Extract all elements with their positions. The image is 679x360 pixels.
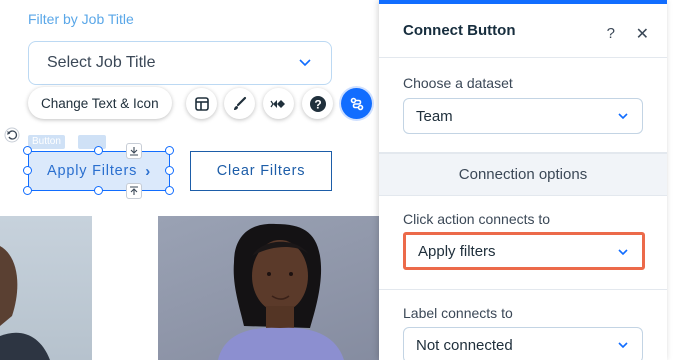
resize-handle-top[interactable] [94, 146, 103, 155]
help-button[interactable]: ? [302, 88, 333, 119]
click-action-label: Click action connects to [403, 211, 551, 227]
connect-to-data-button[interactable] [341, 88, 372, 119]
panel-header: Connect Button [379, 4, 667, 58]
label-connect-section: Label connects to Not connected [379, 290, 667, 360]
label-connects-label: Label connects to [403, 305, 513, 321]
clear-filters-button[interactable]: Clear Filters [190, 151, 332, 191]
layout-button[interactable] [186, 88, 217, 119]
chevron-down-icon [618, 113, 628, 120]
connect-button-panel: Connect Button ? ✕ Choose a dataset Team… [379, 0, 667, 360]
click-action-section: Click action connects to Apply filters [379, 196, 667, 290]
connect-icon [350, 97, 363, 110]
stretch-top-icon[interactable] [126, 143, 142, 159]
resize-handle-right[interactable] [165, 166, 174, 175]
panel-help-button[interactable]: ? [607, 25, 615, 42]
label-connects-value: Not connected [416, 336, 513, 354]
filter-label: Filter by Job Title [28, 11, 134, 27]
click-action-dropdown[interactable]: Apply filters [403, 232, 645, 270]
layout-icon [194, 96, 209, 111]
apply-filters-button[interactable]: Apply Filters › [28, 151, 170, 191]
resize-handle-bottom-right[interactable] [165, 186, 174, 195]
job-title-placeholder: Select Job Title [47, 54, 156, 71]
job-title-select[interactable]: Select Job Title [28, 41, 332, 85]
stretch-bottom-icon[interactable] [126, 183, 142, 199]
chevron-down-icon [618, 249, 628, 256]
element-toolbar: Change Text & Icon [28, 87, 172, 119]
resize-handle-bottom[interactable] [94, 186, 103, 195]
dataset-value: Team [416, 107, 453, 125]
help-icon: ? [309, 95, 326, 112]
dataset-dropdown[interactable]: Team [403, 98, 643, 134]
connection-options-header: Connection options [379, 153, 667, 196]
resize-handle-bottom-left[interactable] [23, 186, 32, 195]
panel-close-button[interactable]: ✕ [636, 24, 649, 44]
animation-icon [270, 99, 285, 108]
chevron-right-icon: › [145, 162, 151, 180]
label-connects-dropdown[interactable]: Not connected [403, 327, 643, 360]
animation-button[interactable] [263, 88, 294, 119]
dataset-label: Choose a dataset [403, 75, 513, 91]
resize-handle-top-left[interactable] [23, 146, 32, 155]
click-action-value: Apply filters [418, 242, 496, 260]
rotate-icon[interactable] [4, 127, 20, 143]
panel-title: Connect Button [403, 22, 516, 39]
svg-text:?: ? [314, 97, 321, 111]
chevron-down-icon [299, 59, 311, 67]
team-photo-woman [158, 216, 383, 360]
paint-brush-icon [233, 96, 246, 110]
dataset-section: Choose a dataset Team [379, 58, 667, 153]
change-text-icon-button[interactable]: Change Text & Icon [28, 87, 172, 119]
design-button[interactable] [224, 88, 255, 119]
element-type-tag: Button [28, 135, 65, 149]
team-photo-left [0, 216, 92, 360]
resize-handle-top-right[interactable] [165, 146, 174, 155]
chevron-down-icon [618, 342, 628, 349]
apply-filters-label: Apply Filters [47, 163, 138, 179]
resize-handle-left[interactable] [23, 166, 32, 175]
